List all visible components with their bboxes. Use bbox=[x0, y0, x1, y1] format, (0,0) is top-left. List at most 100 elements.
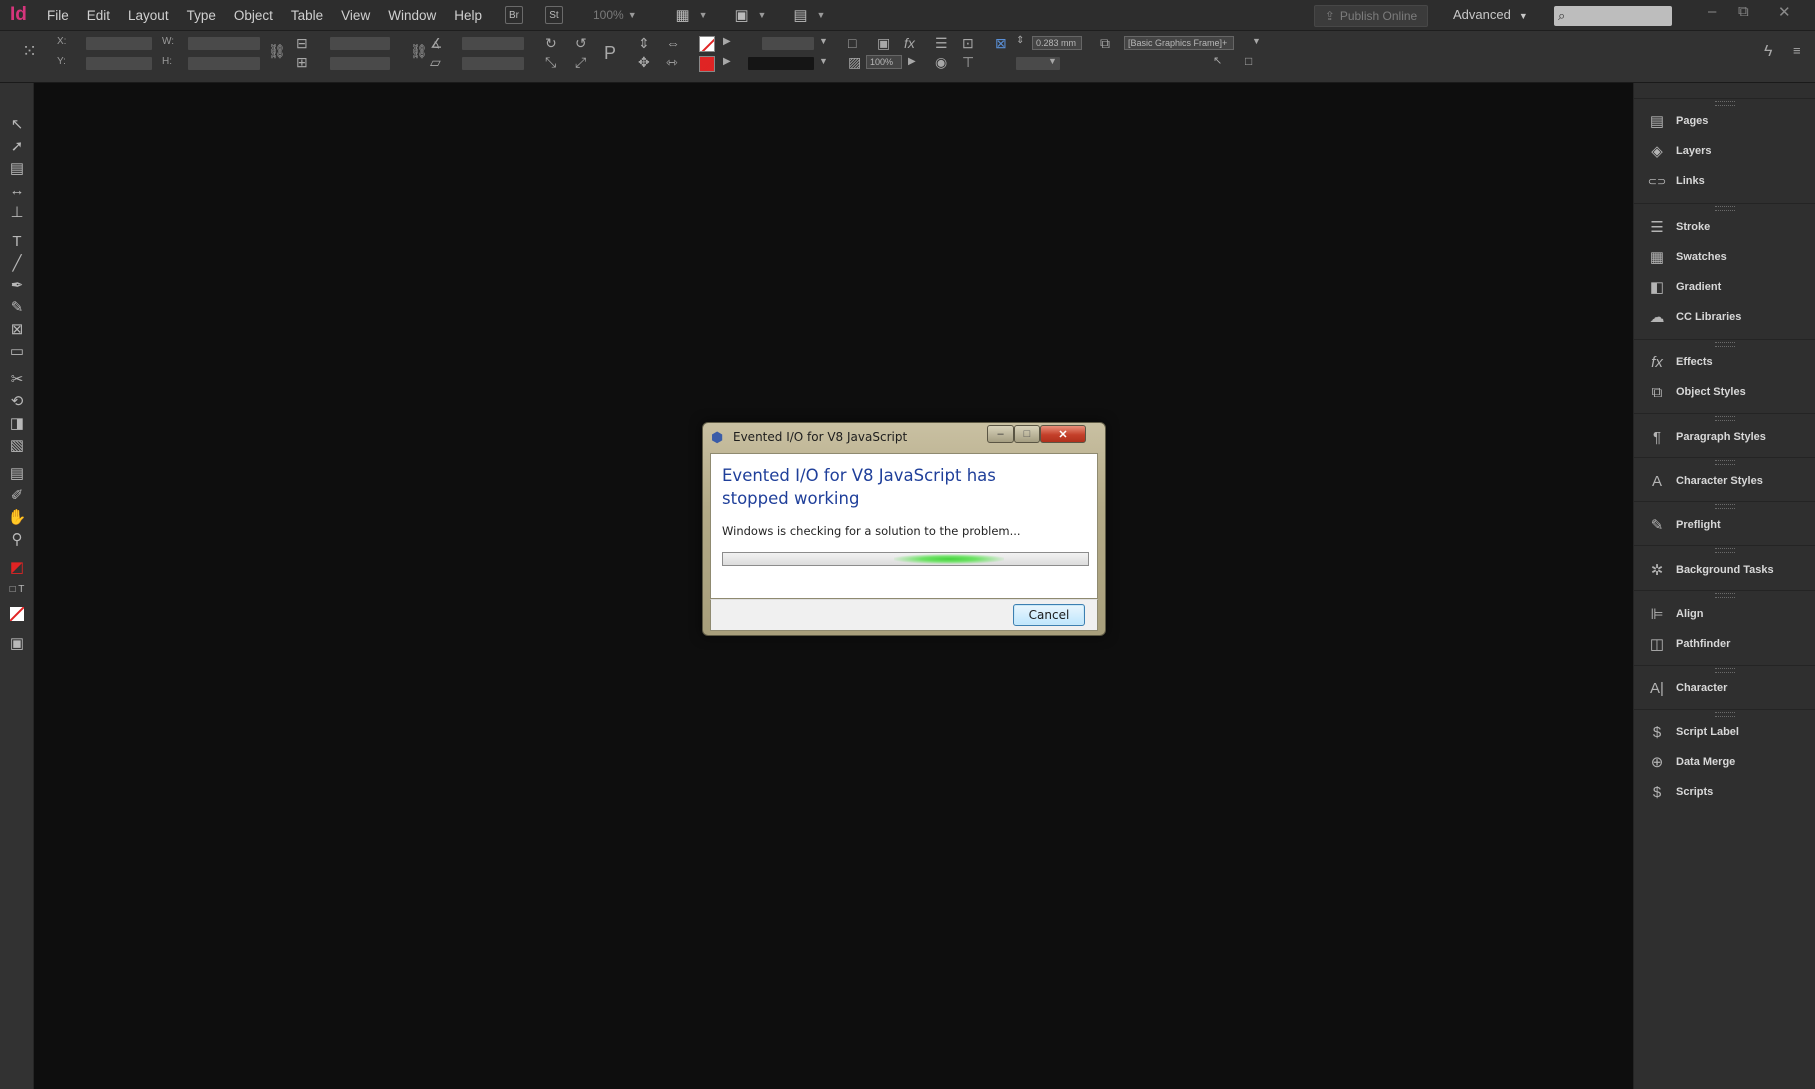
pen-tool-icon[interactable]: ✒ bbox=[7, 277, 27, 295]
auto-fit-icon[interactable]: ◉ bbox=[935, 54, 947, 71]
window-minimize-icon[interactable]: – bbox=[1708, 3, 1716, 20]
content-collector-icon[interactable]: ⊥ bbox=[7, 204, 27, 222]
panel-gradient[interactable]: ◧ Gradient bbox=[1634, 273, 1815, 301]
panel-group-grip[interactable] bbox=[1634, 665, 1815, 673]
zoom-tool-icon[interactable]: ⚲ bbox=[7, 531, 27, 549]
panel-preflight[interactable]: ✎ Preflight bbox=[1634, 511, 1815, 539]
menu-window[interactable]: Window bbox=[379, 8, 445, 23]
note-tool-icon[interactable]: ▤ bbox=[7, 465, 27, 483]
bridge-button[interactable]: Br bbox=[504, 6, 523, 24]
stroke-swatch[interactable] bbox=[699, 56, 715, 72]
menu-object[interactable]: Object bbox=[225, 8, 282, 23]
cancel-button[interactable]: Cancel bbox=[1013, 604, 1085, 626]
type-tool-icon[interactable]: T bbox=[7, 233, 27, 251]
dialog-maximize-button[interactable]: □ bbox=[1014, 425, 1040, 443]
scale-x-field[interactable] bbox=[330, 37, 390, 50]
screen-mode-icon[interactable]: ▣ bbox=[730, 6, 754, 24]
panel-group-grip[interactable] bbox=[1634, 457, 1815, 465]
scale-y-field[interactable] bbox=[330, 57, 390, 70]
flip-horizontal-icon[interactable]: ⇔ bbox=[666, 35, 680, 51]
frame-options-icon[interactable]: □ bbox=[1245, 54, 1252, 68]
screen-mode-caret-icon[interactable]: ▼ bbox=[758, 10, 767, 20]
fill-menu-icon[interactable]: ▶ bbox=[723, 36, 731, 47]
shear-field[interactable] bbox=[462, 57, 524, 70]
rectangle-frame-tool-icon[interactable]: ⊠ bbox=[7, 321, 27, 339]
fit-content-icon[interactable]: ⊤ bbox=[962, 54, 974, 71]
align-stroke-icon[interactable]: □ bbox=[848, 35, 856, 51]
menu-type[interactable]: Type bbox=[178, 8, 225, 23]
panel-object-styles[interactable]: ⧉ Object Styles bbox=[1634, 378, 1815, 406]
menu-edit[interactable]: Edit bbox=[78, 8, 119, 23]
drop-shadow-icon[interactable]: ▣ bbox=[877, 35, 890, 52]
panel-paragraph-styles[interactable]: ¶ Paragraph Styles bbox=[1634, 423, 1815, 451]
flip-vertical-icon[interactable]: ⇕ bbox=[638, 35, 650, 52]
apply-none-icon[interactable] bbox=[7, 605, 27, 623]
menu-layout[interactable]: Layout bbox=[119, 8, 178, 23]
menu-table[interactable]: Table bbox=[282, 8, 332, 23]
frame-fitting-icon[interactable]: ⊡ bbox=[962, 35, 974, 52]
rotate-cw-icon[interactable]: ↻ bbox=[545, 35, 557, 52]
direct-selection-tool-icon[interactable]: ➚ bbox=[7, 138, 27, 156]
constrain-proportions-icon[interactable]: ⛓ bbox=[268, 43, 286, 60]
reference-point-icon[interactable]: ⁙ bbox=[22, 41, 37, 62]
line-tool-icon[interactable]: ╱ bbox=[7, 255, 27, 273]
window-restore-icon[interactable]: ⧉ bbox=[1738, 3, 1749, 20]
menu-help[interactable]: Help bbox=[445, 8, 491, 23]
gap-tool-icon[interactable]: ↔ bbox=[7, 182, 27, 200]
corner-size-stepper-icon[interactable]: ⇕ bbox=[1016, 35, 1024, 46]
panel-pathfinder[interactable]: ◫ Pathfinder bbox=[1634, 630, 1815, 658]
zoom-dropdown-icon[interactable]: ▼ bbox=[628, 10, 637, 20]
panel-align[interactable]: ⊫ Align bbox=[1634, 600, 1815, 628]
y-field[interactable] bbox=[86, 57, 152, 70]
fill-stroke-icon[interactable]: ◩ bbox=[7, 559, 27, 577]
free-transform-tool-icon[interactable]: ⟲ bbox=[7, 393, 27, 411]
panel-group-grip[interactable] bbox=[1634, 98, 1815, 106]
panel-character-styles[interactable]: A Character Styles bbox=[1634, 467, 1815, 495]
select-content-icon[interactable]: ⤢ bbox=[575, 54, 586, 71]
clear-overrides-icon[interactable]: ↖ bbox=[1213, 54, 1222, 67]
object-style-caret-icon[interactable]: ▼ bbox=[1252, 36, 1261, 46]
view-options-icon[interactable]: ▦ bbox=[671, 6, 695, 24]
text-wrap-icon[interactable]: ☰ bbox=[935, 35, 948, 52]
dialog-minimize-button[interactable]: – bbox=[987, 425, 1014, 443]
frame-edges-icon[interactable]: ⊠ bbox=[995, 35, 1007, 52]
panel-script-label[interactable]: $ Script Label bbox=[1634, 718, 1815, 746]
panel-layers[interactable]: ◈ Layers bbox=[1634, 137, 1815, 165]
window-close-icon[interactable]: ✕ bbox=[1778, 3, 1791, 21]
formatting-affects-icon[interactable]: □ T bbox=[7, 581, 27, 599]
panel-stroke[interactable]: ☰ Stroke bbox=[1634, 213, 1815, 241]
panel-character[interactable]: A| Character bbox=[1634, 674, 1815, 702]
stroke-weight-caret-icon[interactable]: ▼ bbox=[819, 36, 828, 46]
panel-data-merge[interactable]: ⊕ Data Merge bbox=[1634, 748, 1815, 776]
object-style-field[interactable]: [Basic Graphics Frame]+ bbox=[1124, 36, 1234, 50]
opacity-field[interactable]: 100% bbox=[866, 55, 902, 69]
panel-group-grip[interactable] bbox=[1634, 590, 1815, 598]
panel-group-grip[interactable] bbox=[1634, 501, 1815, 509]
stroke-menu-icon[interactable]: ▶ bbox=[723, 56, 731, 67]
panel-group-grip[interactable] bbox=[1634, 203, 1815, 211]
stroke-type-caret-icon[interactable]: ▼ bbox=[819, 56, 828, 66]
opacity-menu-icon[interactable]: ▶ bbox=[908, 56, 916, 67]
rotation-field[interactable] bbox=[462, 37, 524, 50]
panel-swatches[interactable]: ▦ Swatches bbox=[1634, 243, 1815, 271]
page-tool-icon[interactable]: ▤ bbox=[7, 160, 27, 178]
screen-mode-tool-icon[interactable]: ▣ bbox=[7, 635, 27, 653]
menu-file[interactable]: File bbox=[38, 8, 78, 23]
quick-apply-icon[interactable]: ϟ bbox=[1764, 43, 1772, 61]
constrain-scale-icon[interactable]: ⛓ bbox=[410, 43, 428, 60]
corner-shape-caret-icon[interactable]: ▼ bbox=[1048, 56, 1057, 66]
type-on-path-icon[interactable]: P bbox=[604, 43, 616, 64]
panel-group-grip[interactable] bbox=[1634, 709, 1815, 717]
panel-effects[interactable]: fx Effects bbox=[1634, 348, 1815, 376]
width-field[interactable] bbox=[188, 37, 260, 50]
panel-group-grip[interactable] bbox=[1634, 545, 1815, 553]
hand-tool-icon[interactable]: ✋ bbox=[7, 509, 27, 527]
stroke-weight-value[interactable]: 0.283 mm bbox=[1032, 36, 1082, 50]
workspace-switcher[interactable]: Advanced ▼ bbox=[1453, 7, 1528, 22]
rectangle-tool-icon[interactable]: ▭ bbox=[7, 343, 27, 361]
scissors-tool-icon[interactable]: ✂ bbox=[7, 371, 27, 389]
panel-group-grip[interactable] bbox=[1634, 339, 1815, 347]
select-next-icon[interactable]: ⇿ bbox=[666, 54, 678, 71]
publish-online-button[interactable]: ⇪ Publish Online bbox=[1314, 5, 1428, 27]
gradient-feather-tool-icon[interactable]: ▧ bbox=[7, 437, 27, 455]
